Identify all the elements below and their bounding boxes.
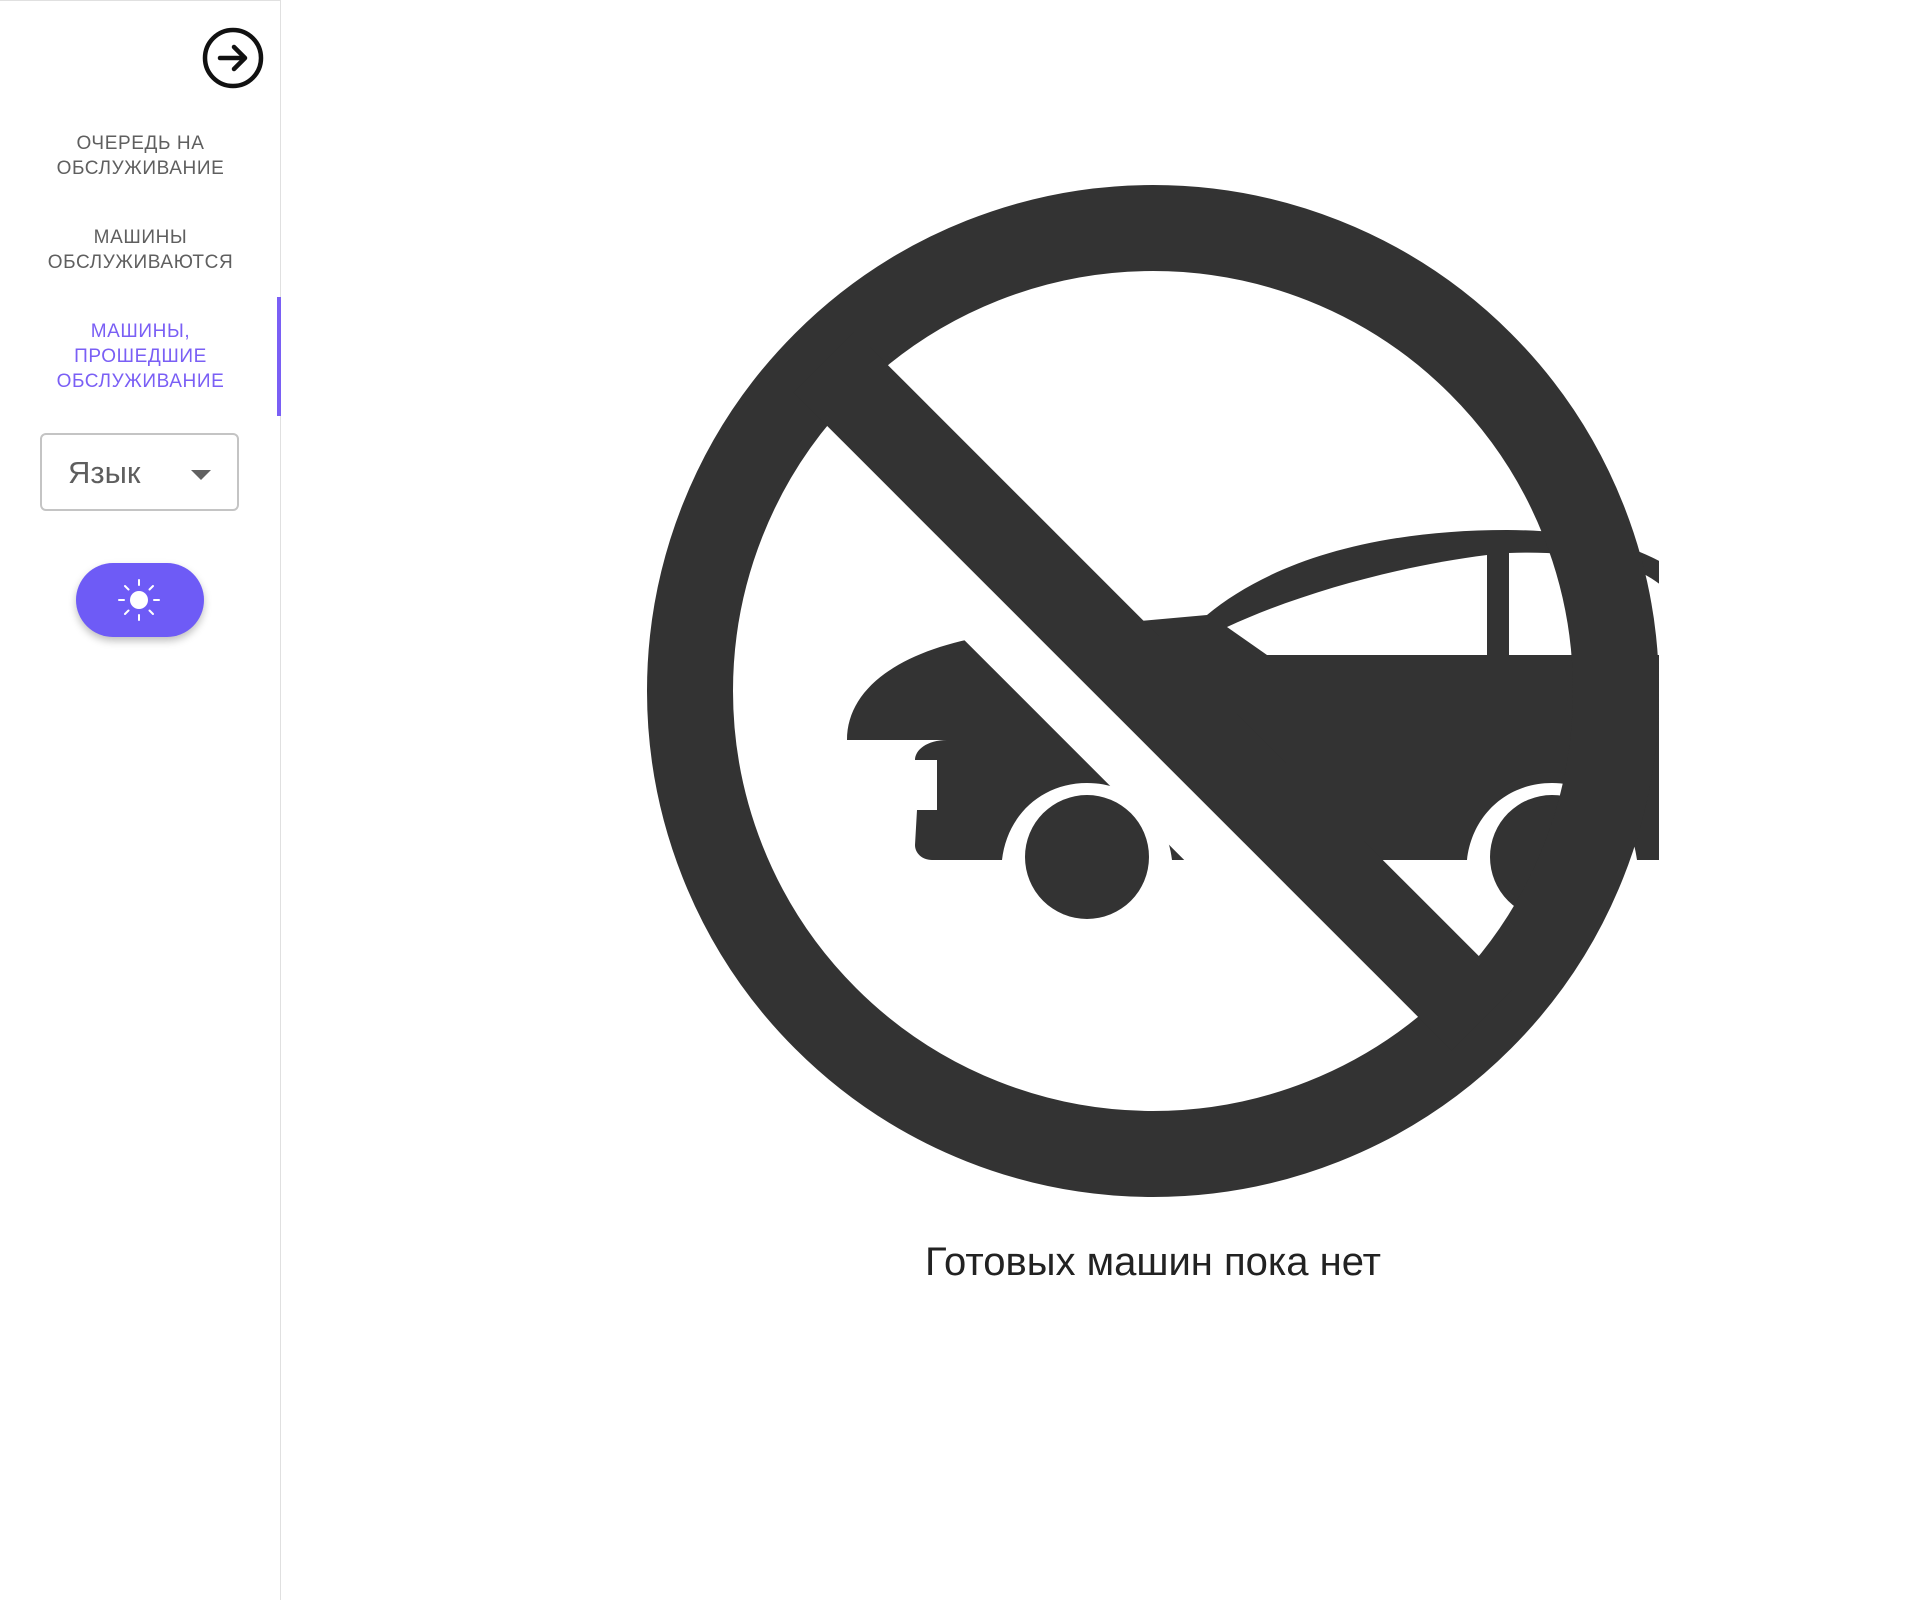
sun-icon: [114, 575, 164, 625]
theme-toggle-button[interactable]: [76, 563, 204, 637]
language-select[interactable]: Язык: [40, 433, 239, 511]
sidebar-item-label: МАШИНЫ ОБСЛУЖИВАЮТСЯ: [47, 227, 234, 273]
sidebar: ОЧЕРЕДЬ НА ОБСЛУЖИВАНИЕ МАШИНЫ ОБСЛУЖИВА…: [0, 0, 281, 1600]
arrow-right-circle-icon: [202, 27, 264, 89]
chevron-down-icon: [191, 470, 211, 480]
collapse-sidebar-button[interactable]: [202, 27, 264, 89]
sidebar-item-serviced[interactable]: МАШИНЫ, ПРОШЕДШИЕ ОБСЛУЖИВАНИЕ: [0, 297, 281, 416]
empty-state-message: Готовых машин пока нет: [925, 1240, 1381, 1284]
sidebar-item-service-queue[interactable]: ОЧЕРЕДЬ НА ОБСЛУЖИВАНИЕ: [0, 109, 281, 203]
app-root: ОЧЕРЕДЬ НА ОБСЛУЖИВАНИЕ МАШИНЫ ОБСЛУЖИВА…: [0, 0, 1918, 1600]
sidebar-nav: ОЧЕРЕДЬ НА ОБСЛУЖИВАНИЕ МАШИНЫ ОБСЛУЖИВА…: [0, 109, 281, 416]
sidebar-item-in-service[interactable]: МАШИНЫ ОБСЛУЖИВАЮТСЯ: [0, 203, 281, 297]
no-cars-icon: [647, 185, 1659, 1197]
language-select-label: Язык: [68, 455, 141, 490]
sidebar-item-label: ОЧЕРЕДЬ НА ОБСЛУЖИВАНИЕ: [56, 133, 225, 179]
main-content: Готовых машин пока нет: [282, 0, 1918, 1600]
sidebar-item-label: МАШИНЫ, ПРОШЕДШИЕ ОБСЛУЖИВАНИЕ: [56, 321, 225, 392]
